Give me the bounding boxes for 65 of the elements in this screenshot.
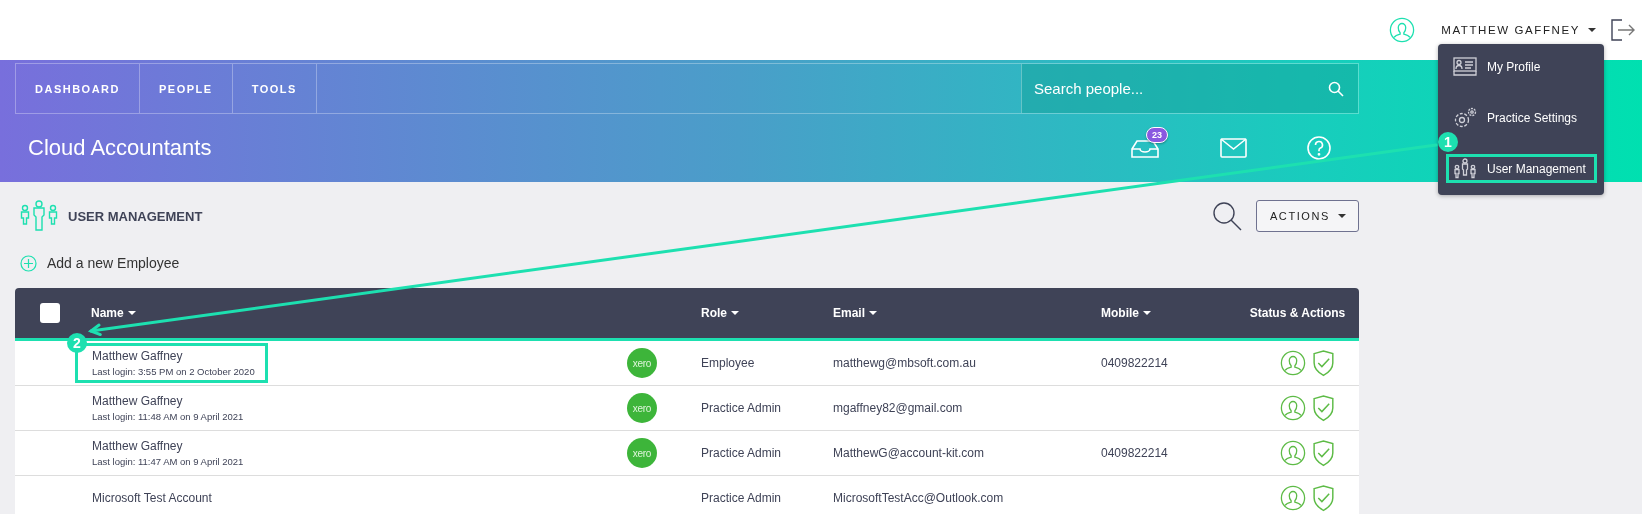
column-header: Status & Actions	[1249, 306, 1346, 320]
plus-circle-icon	[20, 254, 37, 272]
role-text: Practice Admin	[701, 401, 782, 415]
avatar-icon[interactable]	[1389, 17, 1416, 43]
email-text: MicrosoftTestAcc@Outlook.com	[833, 491, 1004, 505]
caret-icon	[1588, 28, 1596, 32]
integration-logo: xero	[627, 393, 657, 423]
email-text: MatthewG@account-kit.com	[833, 446, 984, 460]
email-text: mgaffney82@gmail.com	[833, 401, 963, 415]
integration-logo: xero	[627, 438, 657, 468]
logout-icon[interactable]	[1610, 17, 1636, 43]
sort-caret-icon	[1143, 311, 1151, 315]
nav-tab[interactable]: TOOLS	[232, 64, 317, 113]
add-employee-link[interactable]: Add a new Employee	[20, 248, 180, 278]
search-input[interactable]: Search people...	[1034, 80, 1320, 97]
user-name[interactable]: Microsoft Test Account	[92, 491, 212, 505]
role-text: Employee	[701, 356, 755, 370]
email-text: matthewg@mbsoft.com.au	[833, 356, 976, 370]
sort-caret-icon	[731, 311, 739, 315]
user-profile-icon[interactable]	[1280, 394, 1307, 422]
people-icon	[20, 200, 58, 232]
last-login-text: Last login: 11:47 AM on 9 April 2021	[92, 456, 244, 467]
inbox-icon[interactable]	[1130, 137, 1160, 159]
user-profile-icon[interactable]	[1280, 349, 1307, 377]
shield-check-icon[interactable]	[1312, 394, 1335, 422]
nav-tab[interactable]: DASHBOARD	[16, 64, 140, 113]
role-text: Practice Admin	[701, 446, 782, 460]
role-text: Practice Admin	[701, 491, 782, 505]
select-all-checkbox[interactable]	[40, 303, 60, 323]
last-login-text: Last login: 3:55 PM on 2 October 2020	[92, 366, 255, 377]
menu-item[interactable]: Practice Settings	[1446, 103, 1597, 132]
search-icon[interactable]	[1211, 201, 1242, 231]
caret-icon	[1338, 214, 1346, 218]
menu-item[interactable]: My Profile	[1446, 52, 1597, 81]
search-field[interactable]: Search people...	[1021, 64, 1358, 113]
column-header[interactable]: Mobile	[1101, 306, 1151, 320]
practice-title: Cloud Accountants	[28, 135, 213, 161]
sort-caret-icon	[869, 311, 877, 315]
id-card-icon	[1453, 57, 1477, 76]
column-header[interactable]: Role	[701, 306, 739, 320]
mobile-text: 0409822214	[1101, 446, 1168, 460]
shield-check-icon[interactable]	[1312, 439, 1335, 467]
section-title: USER MANAGEMENT	[68, 208, 204, 224]
gears-icon	[1453, 106, 1477, 129]
notification-badge: 23	[1146, 127, 1168, 143]
shield-check-icon[interactable]	[1312, 484, 1335, 512]
actions-button[interactable]: ACTIONS	[1255, 200, 1359, 232]
column-header[interactable]: Name	[91, 306, 136, 320]
user-profile-icon[interactable]	[1280, 439, 1307, 467]
last-login-text: Last login: 11:48 AM on 9 April 2021	[92, 411, 244, 422]
user-profile-icon[interactable]	[1280, 484, 1307, 512]
menu-item[interactable]: User Management	[1446, 154, 1597, 183]
sort-caret-icon	[127, 311, 136, 315]
user-name[interactable]: Matthew Gaffney	[92, 439, 244, 453]
user-name[interactable]: Matthew Gaffney	[92, 394, 244, 408]
people-icon	[1453, 157, 1477, 180]
mobile-text: 0409822214	[1101, 356, 1168, 370]
user-menu-toggle[interactable]: MATTHEW GAFFNEY	[1441, 24, 1596, 36]
integration-logo: xero	[627, 348, 657, 378]
column-header[interactable]: Email	[833, 306, 877, 320]
user-name[interactable]: Matthew Gaffney	[92, 349, 255, 363]
shield-check-icon[interactable]	[1312, 349, 1335, 377]
mail-icon[interactable]	[1220, 138, 1247, 158]
nav-tab[interactable]: PEOPLE	[140, 64, 233, 113]
help-icon[interactable]	[1307, 136, 1331, 160]
